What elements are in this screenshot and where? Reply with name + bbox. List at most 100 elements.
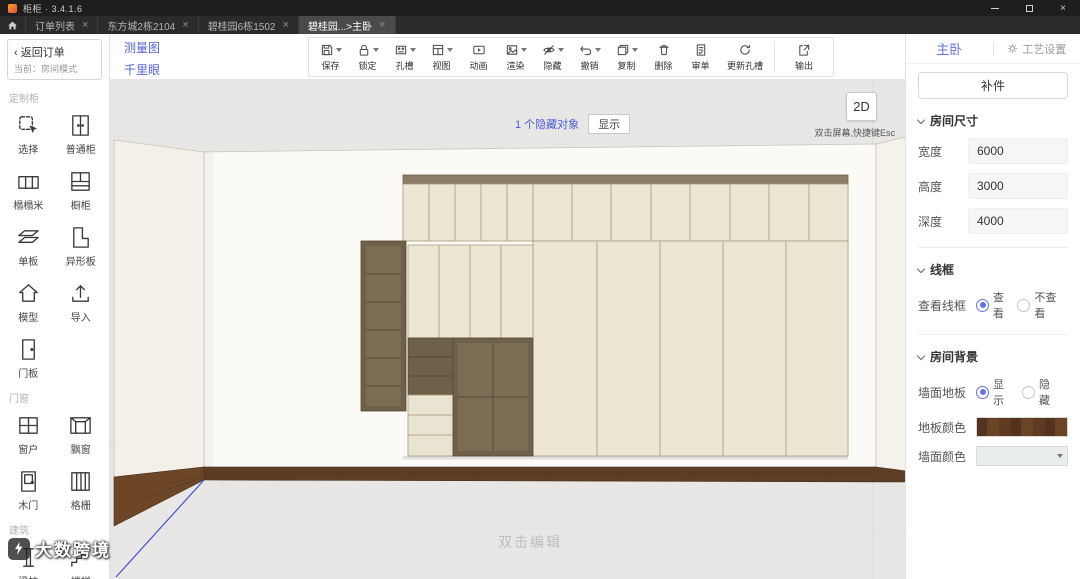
tool-select[interactable]: 选择 [2, 113, 55, 156]
window-icon [16, 413, 41, 438]
hide-button[interactable]: 隐藏 [534, 38, 571, 76]
show-hidden-button[interactable]: 显示 [588, 114, 630, 134]
cupboard-icon [68, 169, 93, 194]
view-button[interactable]: 视图 [423, 38, 460, 76]
right-wall[interactable] [876, 137, 905, 471]
update-holes-button[interactable]: 更新孔槽 [719, 38, 771, 76]
animation-button[interactable]: 动画 [460, 38, 497, 76]
tab-biguiyuan-master-bedroom[interactable]: 碧桂园...>主卧 × [299, 16, 396, 34]
tool-shaped-board[interactable]: 异形板 [55, 225, 108, 268]
craft-settings-button[interactable]: 工艺设置 [994, 41, 1080, 57]
wireframe-option-no-view[interactable]: 不查看 [1017, 289, 1059, 321]
radio-selected-icon[interactable] [976, 299, 989, 312]
tool-cupboard[interactable]: 橱柜 [55, 169, 108, 212]
gear-icon [1007, 43, 1018, 54]
radio-selected-icon[interactable] [976, 386, 989, 399]
undo-button[interactable]: 撤销 [571, 38, 608, 76]
close-button[interactable]: × [1046, 0, 1080, 16]
dropdown-arrow-icon[interactable] [521, 48, 527, 52]
tool-normal-cabinet[interactable]: 普通柜 [55, 113, 108, 156]
toolbar-output-section: 输出 [775, 38, 833, 76]
height-input[interactable] [968, 173, 1068, 199]
save-button[interactable]: 保存 [312, 38, 349, 76]
wardrobe[interactable] [361, 175, 848, 460]
radio-unselected-icon[interactable] [1022, 386, 1035, 399]
tool-door-panel[interactable]: 门板 [2, 337, 55, 380]
dropdown-arrow-icon[interactable] [632, 48, 638, 52]
wardrobe-cream-drawers[interactable] [408, 395, 453, 456]
wardrobe-upper-doors[interactable] [403, 184, 848, 241]
copy-icon [616, 43, 630, 57]
measure-drawing-link[interactable]: 测量图 [124, 39, 160, 56]
update-holes-icon [738, 43, 752, 57]
close-icon[interactable]: × [283, 20, 289, 31]
animation-icon [472, 43, 486, 57]
wall-color-row: 墙面颜色 [918, 446, 1068, 466]
tool-grille[interactable]: 格栅 [55, 469, 108, 512]
wireframe-header[interactable]: 线框 [918, 261, 1068, 278]
left-wall[interactable] [114, 140, 204, 477]
wardrobe-dark-drawers[interactable] [408, 338, 453, 395]
holes-button[interactable]: 孔槽 [386, 38, 423, 76]
patch-part-button[interactable]: 补件 [918, 72, 1068, 99]
wardrobe-right-doors[interactable] [533, 241, 848, 456]
close-icon[interactable]: × [82, 20, 88, 31]
output-button[interactable]: 输出 [778, 38, 830, 76]
dropdown-arrow-icon[interactable] [558, 48, 564, 52]
copy-button[interactable]: 复制 [608, 38, 645, 76]
dropdown-arrow-icon[interactable] [336, 48, 342, 52]
tool-bay-window[interactable]: 飘窗 [55, 413, 108, 456]
lock-button[interactable]: 锁定 [349, 38, 386, 76]
dropdown-arrow-icon[interactable] [410, 48, 416, 52]
import-arrow-icon [68, 281, 93, 306]
floor-color-swatch[interactable] [976, 417, 1068, 437]
depth-input[interactable] [968, 208, 1068, 234]
back-to-order-button[interactable]: ‹ 返回订单 当前：房间模式 [7, 39, 102, 80]
chevron-down-icon [917, 351, 925, 359]
design-canvas[interactable]: 1 个隐藏对象 显示 2D 双击屏幕,快捷键Esc 双击编辑 [110, 80, 905, 579]
wireframe-row: 查看线框 查看 不查看 [918, 289, 1068, 321]
minimize-button[interactable] [978, 0, 1012, 16]
view-2d-button[interactable]: 2D [846, 92, 877, 121]
render-button[interactable]: 渲染 [497, 38, 534, 76]
tab-order-list[interactable]: 订单列表 × [26, 16, 98, 34]
dropdown-arrow-icon[interactable] [373, 48, 379, 52]
lock-icon [357, 43, 371, 57]
close-icon[interactable]: × [379, 20, 385, 31]
tool-import[interactable]: 导入 [55, 281, 108, 324]
close-icon[interactable]: × [182, 20, 188, 31]
width-input[interactable] [968, 138, 1068, 164]
review-order-button[interactable]: 审单 [682, 38, 719, 76]
wall-color-select[interactable] [976, 446, 1068, 466]
dropdown-arrow-icon[interactable] [595, 48, 601, 52]
tool-single-board[interactable]: 单板 [2, 225, 55, 268]
tool-window[interactable]: 窗户 [2, 413, 55, 456]
wood-door-icon [16, 469, 41, 494]
wall-floor-option-show[interactable]: 显示 [976, 376, 1013, 408]
home-tab[interactable] [0, 16, 26, 34]
wall-floor-option-hide[interactable]: 隐藏 [1022, 376, 1059, 408]
tab-biguiyuan-6[interactable]: 碧桂园6栋1502 × [199, 16, 299, 34]
tool-model[interactable]: 模型 [2, 281, 55, 324]
view-2d-hint: 双击屏幕,快捷键Esc [814, 126, 895, 139]
delete-button[interactable]: 删除 [645, 38, 682, 76]
wireframe-option-view[interactable]: 查看 [976, 289, 1008, 321]
tool-tatami[interactable]: 榻榻米 [2, 169, 55, 212]
radio-unselected-icon[interactable] [1017, 299, 1030, 312]
hide-icon [542, 43, 556, 57]
room-size-header[interactable]: 房间尺寸 [918, 112, 1068, 129]
xray-link[interactable]: 千里眼 [124, 61, 160, 78]
tool-empty-slot [55, 337, 108, 380]
room-background-header[interactable]: 房间背景 [918, 348, 1068, 365]
undo-icon [579, 43, 593, 57]
wardrobe-crown[interactable] [403, 175, 848, 184]
watermark-logo-icon [8, 538, 30, 560]
toolbar-main-section: 保存 锁定 孔槽 视图 动画 渲染 [309, 38, 774, 76]
maximize-button[interactable] [1012, 0, 1046, 16]
dropdown-arrow-icon[interactable] [447, 48, 453, 52]
floor[interactable] [204, 467, 905, 482]
tool-wood-door[interactable]: 木门 [2, 469, 55, 512]
delete-icon [657, 43, 671, 57]
section-divider [918, 247, 1068, 248]
tab-dongfangcheng[interactable]: 东方城2栋2104 × [98, 16, 198, 34]
